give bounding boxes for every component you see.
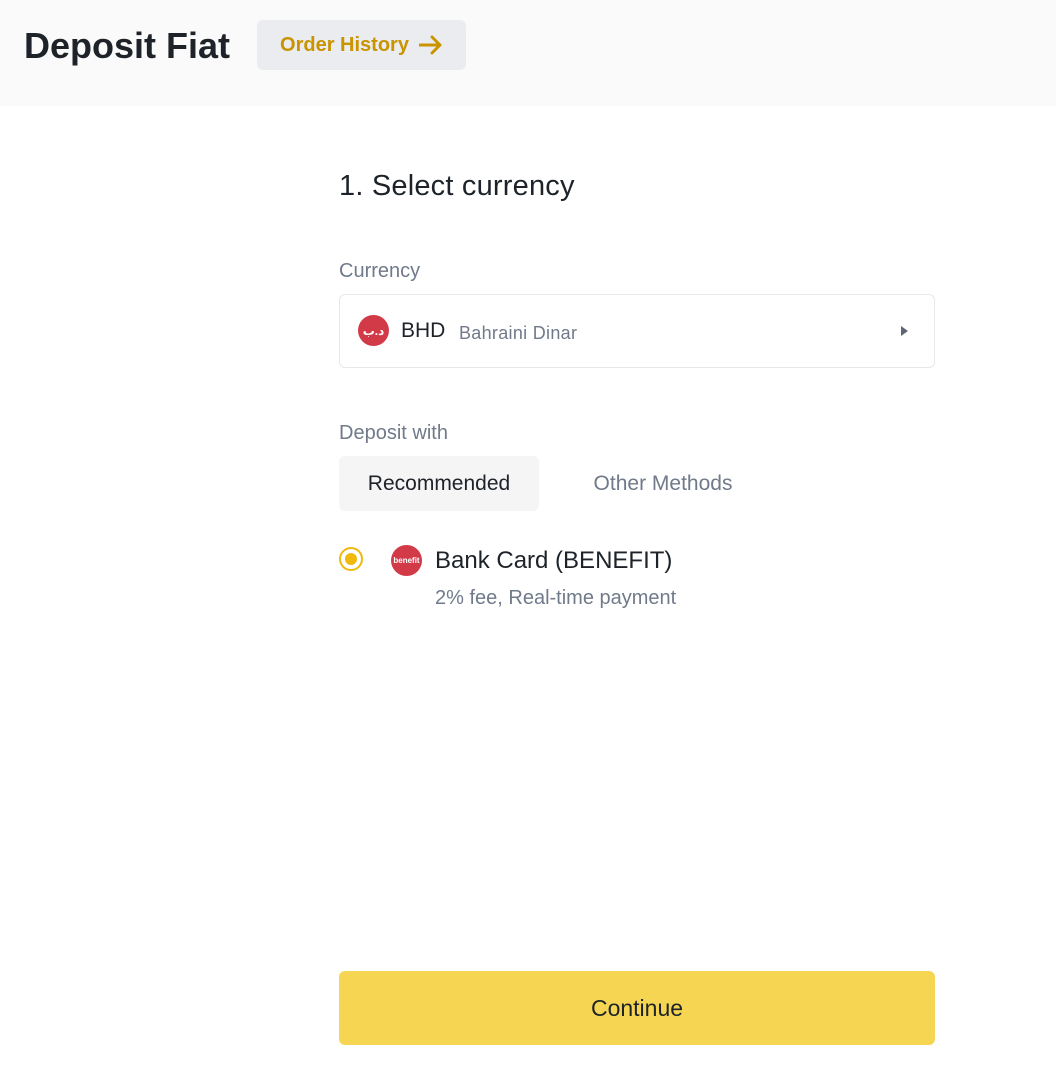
radio-selected-dot <box>345 553 357 565</box>
continue-button[interactable]: Continue <box>339 971 935 1045</box>
bhd-currency-icon: د.ب <box>358 315 389 346</box>
currency-name: Bahraini Dinar <box>459 323 578 343</box>
currency-select[interactable]: د.ب BHD Bahraini Dinar <box>339 294 935 368</box>
method-subtitle: 2% fee, Real-time payment <box>435 587 677 609</box>
currency-code: BHD <box>401 319 446 342</box>
page-title: Deposit Fiat <box>24 25 231 66</box>
tab-recommended[interactable]: Recommended <box>339 456 539 511</box>
benefit-logo-icon: benefit <box>391 545 422 576</box>
payment-method-option[interactable]: benefit Bank Card (BENEFIT) 2% fee, Real… <box>339 543 935 623</box>
tab-other-methods[interactable]: Other Methods <box>562 456 764 511</box>
method-title: Bank Card (BENEFIT) <box>435 547 673 574</box>
currency-label: Currency <box>339 260 421 282</box>
deposit-with-label: Deposit with <box>339 422 448 444</box>
arrow-right-icon <box>418 35 443 55</box>
step-title: 1. Select currency <box>339 170 575 202</box>
order-history-label: Order History <box>280 33 409 56</box>
method-radio[interactable] <box>339 547 363 571</box>
deposit-fiat-page: Deposit Fiat Order History 1. Select cur… <box>0 0 1056 1078</box>
page-header: Deposit Fiat Order History <box>0 0 1056 106</box>
caret-right-icon <box>901 326 908 336</box>
order-history-button[interactable]: Order History <box>257 20 466 70</box>
